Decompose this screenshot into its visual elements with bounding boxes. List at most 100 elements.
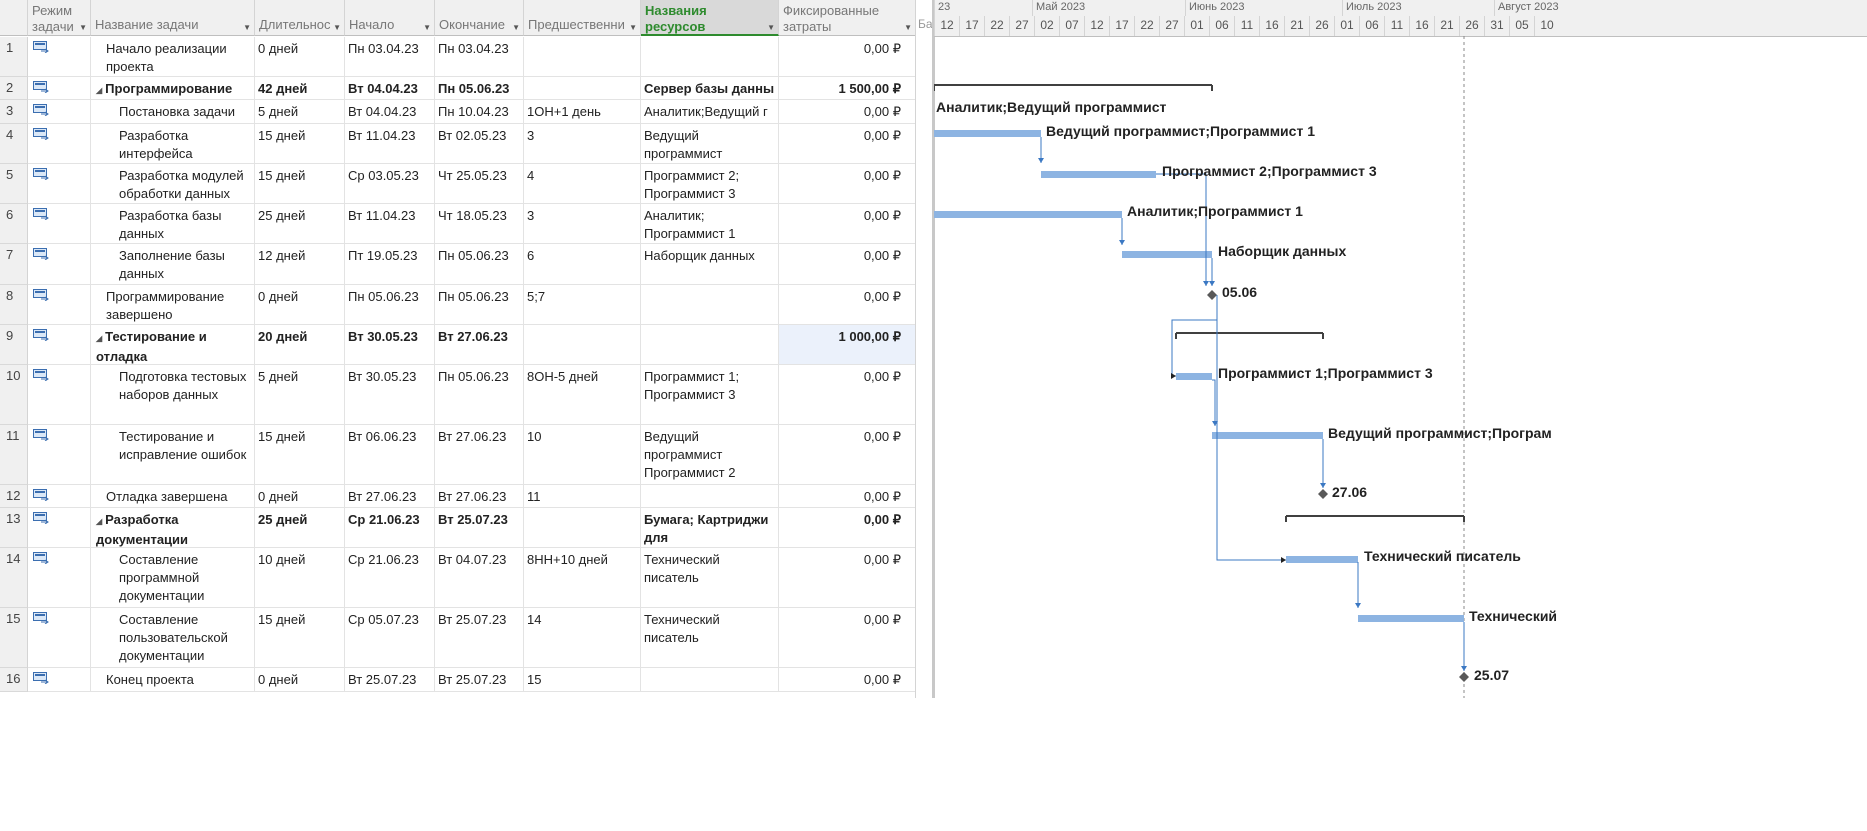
task-duration-cell[interactable]: 25 дней [255,508,345,548]
task-name-cell[interactable]: Подготовка тестовых наборов данных [91,365,255,425]
task-mode-cell[interactable] [28,325,91,365]
task-cost-cell[interactable]: 0,00 ₽ [779,100,916,124]
task-cost-cell[interactable]: 1 500,00 ₽ [779,77,916,100]
link-arrowhead[interactable] [1038,158,1044,163]
task-cost-cell[interactable]: 0,00 ₽ [779,425,916,485]
column-header-fixed-cost[interactable]: Фиксированные затраты ▼ [779,0,916,36]
task-mode-cell[interactable] [28,668,91,692]
task-start-cell[interactable]: Ср 03.05.23 [345,164,435,204]
task-duration-cell[interactable]: 12 дней [255,244,345,285]
task-duration-cell[interactable]: 25 дней [255,204,345,244]
task-bar[interactable] [934,211,1122,218]
column-header-finish[interactable]: Окончание ▼ [435,0,524,36]
task-mode-cell[interactable] [28,164,91,204]
task-finish-cell[interactable]: Вт 02.05.23 [435,124,524,164]
task-pred-cell[interactable]: 3 [524,124,641,164]
task-mode-cell[interactable] [28,285,91,325]
task-finish-cell[interactable]: Пн 05.06.23 [435,244,524,285]
dependency-link[interactable] [1171,295,1218,377]
task-start-cell[interactable]: Ср 21.06.23 [345,508,435,548]
row-number[interactable]: 7 [0,244,28,285]
dropdown-arrow-icon[interactable]: ▼ [333,20,341,35]
task-name-cell[interactable]: ◢ Тестирование и отладка [91,325,255,365]
task-cost-cell[interactable]: 0,00 ₽ [779,37,916,77]
task-start-cell[interactable]: Вт 11.04.23 [345,124,435,164]
task-mode-cell[interactable] [28,365,91,425]
link-arrowhead[interactable] [1119,240,1125,245]
task-start-cell[interactable]: Пн 05.06.23 [345,285,435,325]
task-cost-cell[interactable]: 0,00 ₽ [779,485,916,508]
task-res-cell[interactable]: Сервер базы данны [641,77,779,100]
task-cost-cell[interactable]: 0,00 ₽ [779,548,916,608]
task-start-cell[interactable]: Вт 11.04.23 [345,204,435,244]
task-name-cell[interactable]: ◢ Разработка документации [91,508,255,548]
task-res-cell[interactable] [641,485,779,508]
task-mode-cell[interactable] [28,77,91,100]
task-duration-cell[interactable]: 0 дней [255,285,345,325]
task-pred-cell[interactable] [524,77,641,100]
task-name-cell[interactable]: Программирование завершено [91,285,255,325]
task-pred-cell[interactable]: 11 [524,485,641,508]
dropdown-arrow-icon[interactable]: ▼ [904,20,912,35]
task-mode-cell[interactable] [28,37,91,77]
task-res-cell[interactable]: Программист 1; Программист 3 [641,365,779,425]
dropdown-arrow-icon[interactable]: ▼ [767,20,775,34]
task-finish-cell[interactable]: Пн 05.06.23 [435,77,524,100]
task-pred-cell[interactable]: 6 [524,244,641,285]
row-number[interactable]: 8 [0,285,28,325]
task-name-cell[interactable]: Постановка задачи [91,100,255,124]
task-cost-cell[interactable]: 0,00 ₽ [779,668,916,692]
task-cost-cell[interactable]: 0,00 ₽ [779,124,916,164]
column-header-mode[interactable]: Режим задачи ▼ [28,0,91,36]
task-finish-cell[interactable]: Вт 27.06.23 [435,325,524,365]
task-start-cell[interactable]: Ср 21.06.23 [345,548,435,608]
task-name-cell[interactable]: Разработка модулей обработки данных [91,164,255,204]
milestone-diamond[interactable] [1459,672,1469,682]
collapse-triangle-icon[interactable]: ◢ [96,334,102,343]
task-mode-cell[interactable] [28,244,91,285]
link-arrowhead[interactable] [1355,603,1361,608]
task-bar[interactable] [1212,432,1323,439]
task-res-cell[interactable]: Аналитик;Ведущий г [641,100,779,124]
task-start-cell[interactable]: Вт 30.05.23 [345,325,435,365]
task-start-cell[interactable]: Вт 27.06.23 [345,485,435,508]
task-finish-cell[interactable]: Вт 25.07.23 [435,608,524,668]
task-pred-cell[interactable] [524,508,641,548]
task-name-cell[interactable]: Составление пользовательской документаци… [91,608,255,668]
row-number[interactable]: 5 [0,164,28,204]
column-header-predecessors[interactable]: Предшественни ▼ [524,0,641,36]
link-arrowhead[interactable] [1461,666,1467,671]
task-bar[interactable] [1286,556,1358,563]
task-pred-cell[interactable] [524,37,641,77]
task-pred-cell[interactable]: 14 [524,608,641,668]
milestone-diamond[interactable] [1207,290,1217,300]
task-mode-cell[interactable] [28,204,91,244]
task-res-cell[interactable]: Технический писатель [641,548,779,608]
task-pred-cell[interactable]: 10 [524,425,641,485]
task-finish-cell[interactable]: Вт 04.07.23 [435,548,524,608]
dependency-link[interactable] [1156,173,1207,286]
task-finish-cell[interactable]: Пн 05.06.23 [435,285,524,325]
link-arrowhead[interactable] [1171,373,1176,379]
task-duration-cell[interactable]: 42 дней [255,77,345,100]
task-bar[interactable] [1176,373,1212,380]
dependency-link[interactable] [1216,295,1286,561]
task-res-cell[interactable]: Программист 2; Программист 3 [641,164,779,204]
task-finish-cell[interactable]: Вт 25.07.23 [435,668,524,692]
task-mode-cell[interactable] [28,608,91,668]
task-start-cell[interactable]: Пн 03.04.23 [345,37,435,77]
task-duration-cell[interactable]: 0 дней [255,485,345,508]
task-cost-cell[interactable]: 0,00 ₽ [779,608,916,668]
task-name-cell[interactable]: Тестирование и исправление ошибок [91,425,255,485]
task-cost-cell[interactable]: 0,00 ₽ [779,164,916,204]
task-name-cell[interactable]: Разработка базы данных [91,204,255,244]
dropdown-arrow-icon[interactable]: ▼ [79,20,87,35]
link-arrowhead[interactable] [1281,557,1286,563]
task-pred-cell[interactable]: 3 [524,204,641,244]
task-duration-cell[interactable]: 15 дней [255,164,345,204]
link-arrowhead[interactable] [1209,281,1215,286]
task-res-cell[interactable]: Технический писатель [641,608,779,668]
column-header-start[interactable]: Начало ▼ [345,0,435,36]
row-number[interactable]: 4 [0,124,28,164]
task-name-cell[interactable]: Разработка интерфейса [91,124,255,164]
